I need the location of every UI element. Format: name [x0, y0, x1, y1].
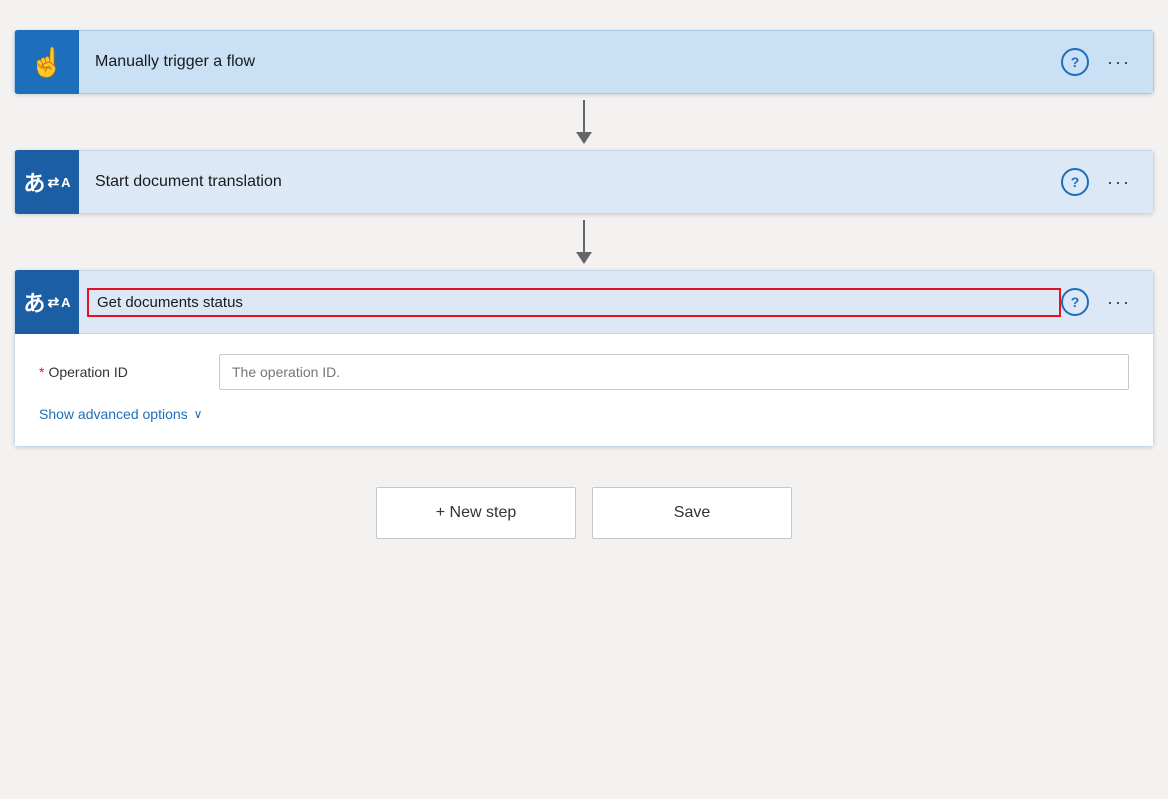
- step-trigger-card: ☝ Manually trigger a flow ? ···: [14, 30, 1154, 94]
- arrow-connector-1: [576, 94, 592, 150]
- get-status-help-button[interactable]: ?: [1061, 288, 1089, 316]
- flow-container: ☝ Manually trigger a flow ? ··· あ⇄A Star…: [14, 30, 1154, 539]
- operation-id-input[interactable]: [219, 354, 1129, 390]
- get-status-icon-bg: あ⇄A: [15, 270, 79, 334]
- arrow-head-1: [576, 132, 592, 144]
- trigger-actions: ? ···: [1061, 48, 1153, 77]
- show-advanced-label: Show advanced options: [39, 406, 188, 422]
- translate-start-help-button[interactable]: ?: [1061, 168, 1089, 196]
- show-advanced-button[interactable]: Show advanced options ∨: [39, 406, 202, 422]
- get-status-actions: ? ···: [1061, 288, 1153, 317]
- arrow-head-2: [576, 252, 592, 264]
- arrow-line-2: [583, 220, 585, 252]
- arrow-connector-2: [576, 214, 592, 270]
- required-marker: *: [39, 364, 44, 380]
- trigger-help-button[interactable]: ?: [1061, 48, 1089, 76]
- translate-start-title: Start document translation: [79, 173, 1061, 191]
- step-trigger-header: ☝ Manually trigger a flow ? ···: [14, 30, 1154, 94]
- translate-start-more-button[interactable]: ···: [1101, 168, 1137, 197]
- translate-start-actions: ? ···: [1061, 168, 1153, 197]
- get-status-title: Get documents status: [87, 288, 1061, 317]
- translate-start-icon: あ⇄A: [23, 166, 70, 198]
- translate-start-icon-bg: あ⇄A: [15, 150, 79, 214]
- chevron-down-icon: ∨: [194, 407, 203, 421]
- bottom-actions: + New step Save: [376, 487, 792, 539]
- arrow-line-1: [583, 100, 585, 132]
- trigger-more-button[interactable]: ···: [1101, 48, 1137, 77]
- operation-id-row: *Operation ID: [39, 354, 1129, 390]
- step-translate-start-card: あ⇄A Start document translation ? ···: [14, 150, 1154, 214]
- step-get-status-body: *Operation ID Show advanced options ∨: [14, 334, 1154, 447]
- get-status-icon: あ⇄A: [23, 286, 70, 318]
- get-status-more-button[interactable]: ···: [1101, 288, 1137, 317]
- step-get-status-card: あ⇄A Get documents status ? ··· *Operatio…: [14, 270, 1154, 447]
- step-translate-start-header: あ⇄A Start document translation ? ···: [14, 150, 1154, 214]
- trigger-icon-bg: ☝: [15, 30, 79, 94]
- step-get-status-header: あ⇄A Get documents status ? ···: [14, 270, 1154, 334]
- save-button[interactable]: Save: [592, 487, 792, 539]
- new-step-button[interactable]: + New step: [376, 487, 576, 539]
- touch-icon: ☝: [30, 46, 65, 79]
- operation-id-label: *Operation ID: [39, 364, 219, 380]
- trigger-title: Manually trigger a flow: [79, 53, 1061, 71]
